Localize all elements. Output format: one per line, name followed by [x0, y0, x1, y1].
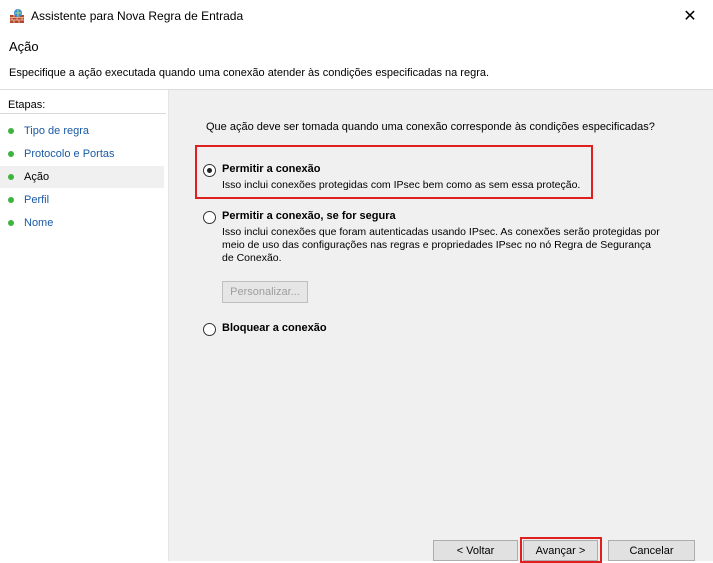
option-allow-description: Isso inclui conexões protegidas com IPse… [222, 179, 581, 191]
step-status-icon [8, 174, 14, 180]
step-status-icon [8, 151, 14, 157]
close-icon: ✕ [683, 8, 697, 25]
page-title: Ação [9, 39, 39, 54]
wizard-header: Ação Especifique a ação executada quando… [0, 32, 713, 90]
sidebar-item-label: Ação [24, 171, 50, 183]
cancel-button[interactable]: Cancelar [608, 540, 695, 561]
radio-allow-secure[interactable] [203, 211, 216, 224]
sidebar-item-tipo-de-regra[interactable]: Tipo de regra [0, 120, 164, 142]
radio-allow[interactable] [203, 164, 216, 177]
sidebar-item-label: Tipo de regra [24, 125, 90, 137]
steps-divider [0, 113, 166, 114]
option-allow-secure-description: Isso inclui conexões que foram autentica… [222, 226, 660, 264]
option-block-label: Bloquear a conexão [222, 322, 327, 334]
steps-title: Etapas: [8, 99, 46, 111]
steps-sidebar: Etapas: Tipo de regra Protocolo e Portas… [0, 90, 169, 561]
page-description: Especifique a ação executada quando uma … [9, 67, 490, 79]
back-button[interactable]: < Voltar [433, 540, 518, 561]
sidebar-item-protocolo-e-portas[interactable]: Protocolo e Portas [0, 143, 164, 165]
sidebar-item-nome[interactable]: Nome [0, 212, 164, 234]
firewall-icon [9, 8, 25, 24]
next-button[interactable]: Avançar > [523, 540, 598, 561]
main-content: Que ação deve ser tomada quando uma cone… [169, 90, 713, 563]
title-bar: Assistente para Nova Regra de Entrada ✕ [0, 0, 713, 32]
option-allow-label: Permitir a conexão [222, 163, 321, 175]
step-status-icon [8, 220, 14, 226]
customize-button[interactable]: Personalizar... [222, 281, 308, 303]
close-button[interactable]: ✕ [667, 0, 713, 32]
action-question: Que ação deve ser tomada quando uma cone… [206, 121, 655, 133]
sidebar-item-label: Protocolo e Portas [24, 148, 115, 160]
step-status-icon [8, 197, 14, 203]
sidebar-item-label: Perfil [24, 194, 50, 206]
step-status-icon [8, 128, 14, 134]
sidebar-item-perfil[interactable]: Perfil [0, 189, 164, 211]
window-title: Assistente para Nova Regra de Entrada [31, 9, 244, 23]
sidebar-item-acao[interactable]: Ação [0, 166, 164, 188]
sidebar-item-label: Nome [24, 217, 54, 229]
option-allow-secure-label: Permitir a conexão, se for segura [222, 210, 396, 222]
radio-block[interactable] [203, 323, 216, 336]
